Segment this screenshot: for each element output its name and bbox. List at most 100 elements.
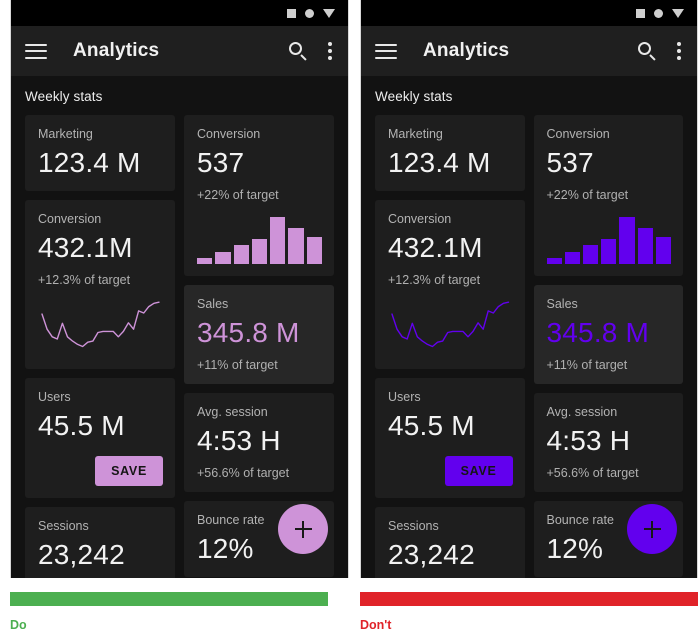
card-subtext: +12.3% of target (388, 273, 481, 288)
card-label: Avg. session (546, 405, 618, 420)
search-icon[interactable] (288, 41, 308, 61)
save-row: SAVE (388, 456, 513, 487)
conversion-card[interactable]: Conversion 432.1M +12.3% of target (375, 200, 525, 370)
card-value: 537 (546, 147, 594, 178)
card-value: 123.4 M (38, 147, 141, 178)
hamburger-menu-icon[interactable] (375, 43, 397, 59)
bar-3 (582, 245, 599, 265)
card-label: Marketing (388, 127, 443, 141)
conversion-card[interactable]: Conversion 432.1M +12.3% of target (25, 200, 175, 370)
more-vert-icon[interactable] (677, 42, 681, 60)
bar-3 (233, 245, 249, 265)
search-icon[interactable] (637, 41, 657, 61)
page-title: Analytics (73, 40, 160, 61)
do-panel: Analytics Weekly stats Marketing 123.4 M (10, 0, 349, 578)
card-label: Avg. session (197, 405, 268, 420)
dont-verdict-label: Don't (360, 618, 392, 632)
card-column-left: Marketing 123.4 M Conversion 432.1M +12.… (25, 115, 175, 578)
card-label: Conversion (197, 127, 261, 141)
card-value: 45.5 M (38, 410, 125, 442)
card-label: Sales (197, 297, 229, 312)
card-label: Sessions (388, 519, 439, 534)
bar-5 (270, 217, 286, 265)
conversion-line-chart (38, 295, 163, 357)
bar-6 (637, 228, 653, 265)
bar-1 (546, 258, 562, 265)
card-label: Marketing (38, 127, 93, 141)
conversion-line-chart (388, 295, 513, 357)
bar-2 (215, 252, 231, 265)
bar-4 (251, 239, 268, 265)
card-label: Sales (546, 297, 578, 312)
card-value: 4:53 H (546, 425, 631, 457)
card-subtext: +56.6% of target (546, 466, 639, 481)
save-row: SAVE (38, 456, 163, 487)
content-area-dont: Weekly stats Marketing 123.4 M Conversio… (361, 76, 697, 578)
save-button[interactable]: SAVE (444, 456, 513, 487)
card-subtext: +11% of target (546, 358, 628, 373)
users-card[interactable]: Users 45.5 M SAVE (375, 378, 525, 499)
card-value: 45.5 M (388, 410, 475, 442)
card-label: Conversion (38, 212, 102, 227)
bar-7 (306, 236, 322, 265)
square-icon (636, 8, 645, 18)
line-chart-svg (391, 301, 510, 348)
card-label: Users (388, 390, 421, 405)
dont-verdict-bar (360, 592, 698, 606)
sessions-card[interactable]: Sessions 23,242 (375, 507, 525, 578)
content-area-do: Weekly stats Marketing 123.4 M Conversio… (11, 76, 348, 578)
status-bar (11, 0, 348, 26)
card-subtext: +11% of target (197, 358, 278, 373)
card-label: Users (38, 390, 71, 405)
card-value: 23,242 (388, 539, 475, 571)
square-icon (287, 8, 296, 18)
card-value: 345.8 M (546, 317, 650, 349)
card-value: 345.8 M (197, 317, 300, 349)
card-subtext: +56.6% of target (197, 466, 290, 481)
do-verdict-label: Do (10, 618, 27, 632)
sessions-card[interactable]: Sessions 23,242 (25, 507, 175, 578)
app-bar: Analytics (11, 26, 348, 76)
card-value: 123.4 M (388, 147, 491, 178)
section-title: Weekly stats (375, 89, 453, 104)
conversion-chart-card[interactable]: Conversion 537 +22% of target (184, 115, 334, 277)
hamburger-menu-icon[interactable] (25, 43, 47, 59)
app-bar: Analytics (361, 26, 697, 76)
phone-screen-do: Analytics Weekly stats Marketing 123.4 M (10, 0, 349, 578)
sales-card[interactable]: Sales 345.8 M +11% of target (184, 285, 334, 385)
card-label: Sessions (38, 519, 89, 534)
status-bar (361, 0, 697, 26)
card-subtext: +22% of target (546, 188, 629, 203)
avg-session-card[interactable]: Avg. session 4:53 H +56.6% of target (184, 393, 334, 493)
card-value: 4:53 H (197, 425, 281, 457)
card-value: 537 (197, 147, 245, 178)
sales-card[interactable]: Sales 345.8 M +11% of target (533, 285, 683, 385)
line-chart-svg (41, 301, 160, 348)
bar-4 (601, 239, 617, 265)
conversion-bar-chart (197, 214, 322, 265)
conversion-bar-chart (546, 214, 672, 265)
card-label: Conversion (546, 127, 610, 141)
marketing-card[interactable]: Marketing 123.4 M (375, 115, 525, 192)
add-fab[interactable] (278, 504, 328, 554)
comparison-figure: Analytics Weekly stats Marketing 123.4 M (0, 0, 698, 640)
bar-1 (197, 258, 213, 265)
card-value: 432.1M (38, 232, 133, 264)
card-value: 23,242 (38, 539, 125, 571)
do-verdict-bar (10, 592, 328, 606)
card-label: Conversion (388, 212, 452, 227)
card-subtext: +22% of target (197, 188, 279, 203)
dont-panel: Analytics Weekly stats Marketing 123.4 M (360, 0, 698, 578)
bar-5 (619, 217, 635, 265)
users-card[interactable]: Users 45.5 M SAVE (25, 378, 175, 499)
more-vert-icon[interactable] (328, 42, 332, 60)
marketing-card[interactable]: Marketing 123.4 M (25, 115, 175, 192)
conversion-chart-card[interactable]: Conversion 537 +22% of target (533, 115, 683, 277)
save-button[interactable]: SAVE (95, 456, 163, 487)
page-title: Analytics (423, 40, 510, 61)
add-fab[interactable] (627, 504, 677, 554)
bar-7 (655, 236, 672, 265)
section-title: Weekly stats (25, 89, 103, 104)
avg-session-card[interactable]: Avg. session 4:53 H +56.6% of target (533, 393, 683, 493)
triangle-down-icon (672, 8, 684, 18)
